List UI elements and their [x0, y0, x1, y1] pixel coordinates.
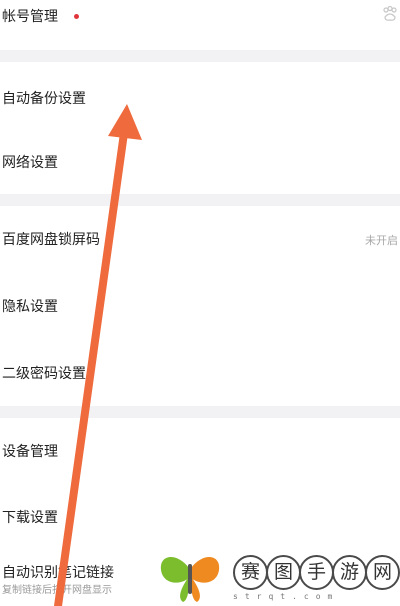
settings-item-device-management[interactable]: 设备管理	[0, 418, 400, 484]
settings-item-network[interactable]: 网络设置	[0, 132, 400, 194]
settings-item-subtitle: 复制链接后打开网盘显示	[2, 585, 112, 596]
screen-lock-status: 未开启	[365, 234, 398, 247]
settings-item-label: 百度网盘锁屏码	[2, 232, 100, 248]
settings-list: 帐号管理 自动备份设置 网络设置 百度网盘锁屏码 未开启 隐私设置 二级密码设置…	[0, 0, 400, 606]
settings-item-label: 下载设置	[2, 510, 58, 526]
settings-item-label: 自动备份设置	[2, 91, 86, 107]
skin-icon	[383, 6, 397, 21]
settings-item-download[interactable]: 下载设置	[0, 484, 400, 544]
settings-item-label: 隐私设置	[2, 299, 58, 315]
settings-item-screen-lock[interactable]: 百度网盘锁屏码 未开启	[0, 206, 400, 274]
settings-item-label: 设备管理	[2, 444, 58, 460]
settings-item-privacy[interactable]: 隐私设置	[0, 274, 400, 340]
settings-item-label: 二级密码设置	[2, 366, 86, 382]
settings-item-label: 网络设置	[2, 155, 58, 171]
red-dot-icon	[74, 14, 79, 19]
section-divider	[0, 194, 400, 206]
settings-item-second-password[interactable]: 二级密码设置	[0, 340, 400, 406]
section-divider	[0, 406, 400, 418]
section-divider	[0, 50, 400, 62]
settings-item-auto-recognize-links[interactable]: 自动识别笔记链接 复制链接后打开网盘显示	[0, 544, 400, 606]
settings-item-auto-backup[interactable]: 自动备份设置	[0, 62, 400, 132]
settings-item-label: 自动识别笔记链接	[2, 565, 114, 581]
settings-item-label: 帐号管理	[2, 9, 58, 25]
settings-item-account-management[interactable]: 帐号管理	[0, 0, 400, 50]
